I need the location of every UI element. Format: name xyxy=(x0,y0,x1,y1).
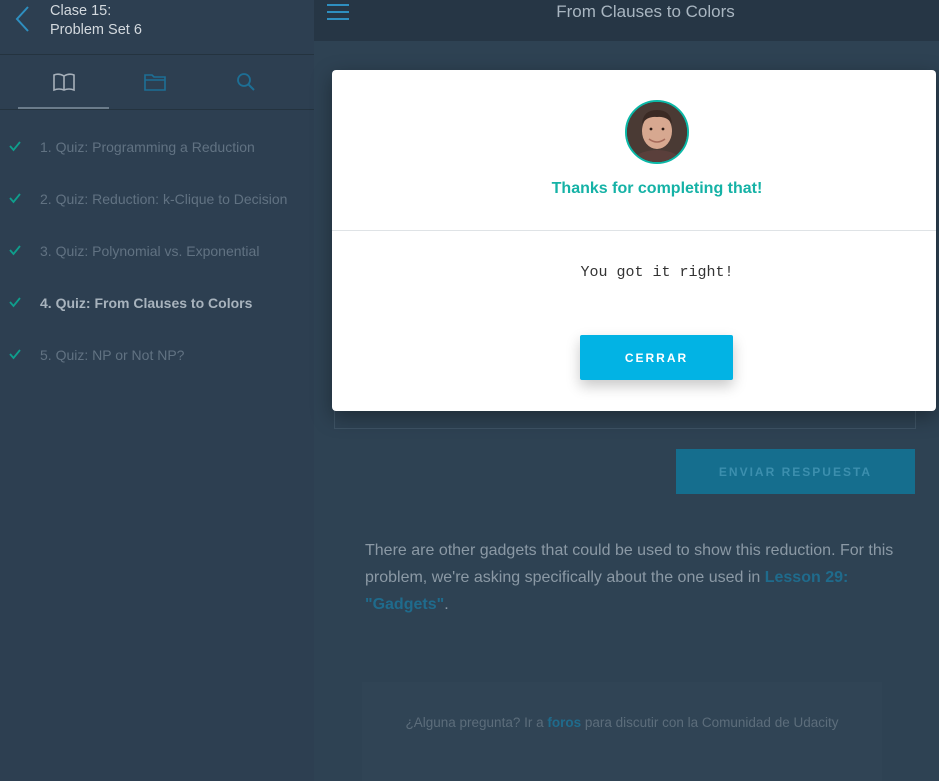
forum-prompt-text: ¿Alguna pregunta? Ir a foros para discut… xyxy=(362,714,882,732)
sidebar: Clase 15: Problem Set 6 1. Quiz: Program… xyxy=(0,0,314,781)
folder-icon xyxy=(143,74,166,91)
lesson-item-4[interactable]: 4. Quiz: From Clauses to Colors xyxy=(0,278,314,330)
sidebar-tabs xyxy=(0,55,314,110)
modal-divider xyxy=(332,230,936,231)
forum-prompt-pre: ¿Alguna pregunta? Ir a xyxy=(405,715,548,730)
book-icon xyxy=(52,73,75,92)
tab-resources[interactable] xyxy=(109,55,200,109)
instructions-paragraph: There are other gadgets that could be us… xyxy=(365,537,895,618)
tab-lessons[interactable] xyxy=(18,55,109,109)
lesson-item-5[interactable]: 5. Quiz: NP or Not NP? xyxy=(0,330,314,382)
paragraph-end: . xyxy=(444,596,449,613)
tab-search[interactable] xyxy=(200,55,291,109)
check-icon xyxy=(9,349,21,360)
check-icon xyxy=(9,193,21,204)
top-bar: From Clauses to Colors xyxy=(314,0,939,41)
lesson-item-3[interactable]: 3. Quiz: Polynomial vs. Exponential xyxy=(0,226,314,278)
forum-prompt-post: para discutir con la Comunidad de Udacit… xyxy=(581,715,839,730)
lesson-item-2[interactable]: 2. Quiz: Reduction: k-Clique to Decision xyxy=(0,174,314,226)
lesson-item-label: 2. Quiz: Reduction: k-Clique to Decision xyxy=(40,191,288,207)
search-icon xyxy=(236,73,255,91)
lesson-title-line1: Clase 15: xyxy=(50,3,112,19)
check-icon xyxy=(9,245,21,256)
back-chevron-icon[interactable] xyxy=(12,4,38,34)
forum-prompt-box: ¿Alguna pregunta? Ir a foros para discut… xyxy=(362,682,882,781)
page-title: From Clauses to Colors xyxy=(556,2,735,21)
modal-title: Thanks for completing that! xyxy=(551,180,763,197)
lesson-item-label: 1. Quiz: Programming a Reduction xyxy=(40,139,255,155)
lesson-item-label: 5. Quiz: NP or Not NP? xyxy=(40,347,185,363)
forums-link[interactable]: foros xyxy=(547,715,581,730)
lesson-list: 1. Quiz: Programming a Reduction 2. Quiz… xyxy=(0,122,314,382)
instructor-avatar xyxy=(625,100,689,164)
submit-answer-button[interactable]: ENVIAR RESPUESTA xyxy=(676,449,915,494)
modal-message: You got it right! xyxy=(580,264,734,281)
lesson-item-label: 3. Quiz: Polynomial vs. Exponential xyxy=(40,243,260,259)
sidebar-header: Clase 15: Problem Set 6 xyxy=(0,0,314,55)
completion-modal: Thanks for completing that! You got it r… xyxy=(332,70,936,411)
check-icon xyxy=(9,297,21,308)
lesson-title: Clase 15: Problem Set 6 xyxy=(50,2,142,40)
close-button[interactable]: CERRAR xyxy=(580,335,733,380)
check-icon xyxy=(9,141,21,152)
lesson-item-label: 4. Quiz: From Clauses to Colors xyxy=(40,295,253,311)
lesson-item-1[interactable]: 1. Quiz: Programming a Reduction xyxy=(0,122,314,174)
lesson-title-line2: Problem Set 6 xyxy=(50,22,142,38)
